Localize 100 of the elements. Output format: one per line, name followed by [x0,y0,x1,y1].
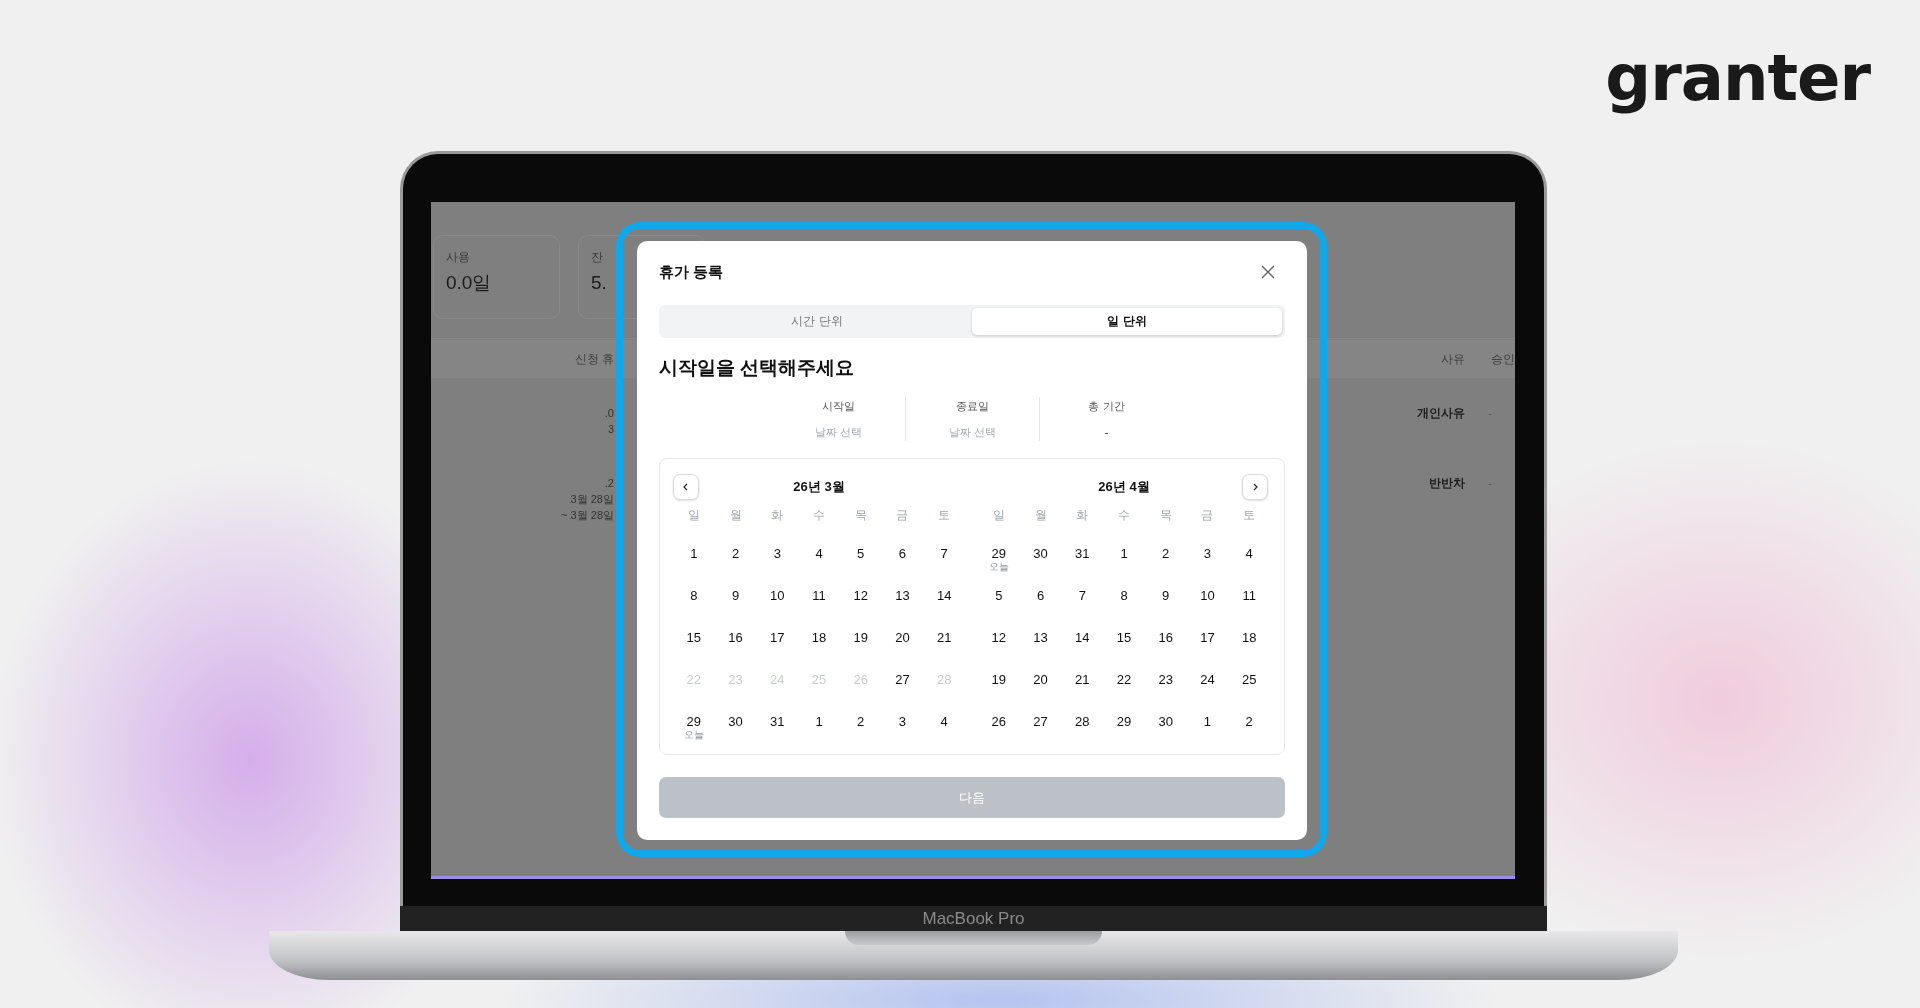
day-number[interactable]: 30 [1033,546,1048,562]
day-number[interactable]: 2 [731,546,740,562]
day-number[interactable]: 3 [1203,546,1212,562]
day-number[interactable]: 18 [811,630,827,646]
day-number[interactable]: 10 [770,588,785,604]
day-number[interactable]: 3 [898,714,907,730]
day-number[interactable]: 24 [1200,672,1215,688]
day-number[interactable]: 30 [728,714,743,730]
weekday-label: 목 [853,506,868,524]
day-number[interactable]: 8 [690,588,698,604]
summary-label: 시작일 [822,399,855,414]
day-number[interactable]: 8 [1120,588,1128,604]
day-number[interactable]: 16 [728,630,743,646]
day-number[interactable]: 18 [1241,630,1257,646]
day-number[interactable]: 2 [1245,714,1253,730]
period-text: 3 [607,422,614,437]
day-number[interactable]: 10 [1200,588,1215,604]
status-text: - [1487,406,1493,421]
day-number[interactable]: 20 [895,630,910,646]
month-title: 26년 4월 [1097,478,1151,496]
day-number[interactable]: 15 [1116,630,1132,646]
status-text: - [1487,476,1493,491]
day-number[interactable]: 9 [1162,588,1170,604]
day-number[interactable]: 12 [853,588,868,604]
day-number[interactable]: 26 [991,714,1007,730]
day-number[interactable]: 4 [940,714,948,730]
day-number[interactable]: 23 [1158,672,1173,688]
heading: 시작일을 선택해주세요 [659,356,856,380]
day-number[interactable]: 30 [1158,714,1173,730]
day-number[interactable]: 31 [1075,546,1090,562]
day-number[interactable]: 1 [1120,546,1128,562]
day-number[interactable]: 4 [815,546,823,562]
close-icon[interactable] [1261,265,1275,279]
day-number[interactable]: 9 [731,588,740,604]
day-number[interactable]: 28 [1075,714,1090,730]
day-number[interactable]: 2 [1162,546,1170,562]
column-header: 신청 휴 [573,350,614,368]
day-number[interactable]: 13 [895,588,910,604]
day-number[interactable]: 14 [936,588,952,604]
day-number[interactable]: 11 [1242,588,1256,604]
day-number[interactable]: 17 [770,630,785,646]
day-number[interactable]: 5 [857,546,865,562]
next-month-button[interactable] [1242,474,1268,500]
day-number[interactable]: 11 [812,588,826,604]
summary-value: 날짜 선택 [814,425,863,440]
day-number[interactable]: 20 [1033,672,1048,688]
day-number[interactable]: 2 [857,714,865,730]
day-number[interactable]: 4 [1245,546,1253,562]
stat-value: 0.0일 [446,271,492,295]
weekday-label: 월 [728,506,743,524]
day-number[interactable]: 3 [773,546,781,562]
device-label: MacBook Pro [922,908,1025,929]
weekday-label: 금 [1200,506,1215,524]
month-title: 26년 3월 [792,478,846,496]
summary-value: - [1104,425,1109,440]
day-number[interactable]: 29 [686,714,702,730]
day-number[interactable]: 17 [1200,630,1215,646]
summary-value: 날짜 선택 [948,425,997,440]
tab[interactable]: 시간 단위 [662,308,972,335]
day-number[interactable]: 7 [1078,588,1086,604]
day-number[interactable]: 1 [1203,714,1212,730]
day-number[interactable]: 7 [940,546,948,562]
day-number[interactable]: 19 [853,630,868,646]
tab[interactable]: 일 단위 [972,308,1282,335]
day-number[interactable]: 19 [991,672,1007,688]
day-number[interactable]: 27 [1033,714,1048,730]
period-text: ~ 3월 28일 [561,508,614,523]
day-number[interactable]: 21 [936,630,952,646]
day-number[interactable]: 22 [1116,672,1132,688]
weekday-label: 수 [812,506,826,524]
day-number[interactable]: 12 [991,630,1007,646]
day-number[interactable]: 21 [1075,672,1090,688]
weekday-label: 금 [895,506,910,524]
weekday-label: 화 [1075,506,1090,524]
previous-month-button[interactable] [673,474,699,500]
day-number[interactable]: 1 [815,714,823,730]
reason-text: 반반차 [1428,475,1465,491]
day-number[interactable]: 16 [1158,630,1173,646]
day-number[interactable]: 6 [898,546,907,562]
weekday-label: 토 [1242,506,1257,524]
day-number[interactable]: 25 [1241,672,1257,688]
modal-title: 휴가 등록 [659,262,724,282]
column-header: 승인 [1490,350,1515,368]
day-number[interactable]: 31 [770,714,785,730]
day-number[interactable]: 29 [991,546,1007,562]
brand-logo: granter [1605,40,1870,117]
day-number[interactable]: 15 [686,630,702,646]
weekday-label: 목 [1158,506,1173,524]
day-number[interactable]: 29 [1116,714,1132,730]
summary-label: 총 기간 [1088,399,1125,414]
day-number[interactable]: 14 [1075,630,1090,646]
weekday-label: 월 [1033,506,1048,524]
day-number[interactable]: 6 [1036,588,1045,604]
day-number[interactable]: 27 [895,672,910,688]
day-number[interactable]: 5 [995,588,1003,604]
day-number[interactable]: 1 [690,546,698,562]
stat-label: 사용 [446,249,471,265]
period-text: 3월 28일 [570,492,614,507]
day-number[interactable]: 13 [1033,630,1048,646]
weekday-label: 토 [937,506,952,524]
